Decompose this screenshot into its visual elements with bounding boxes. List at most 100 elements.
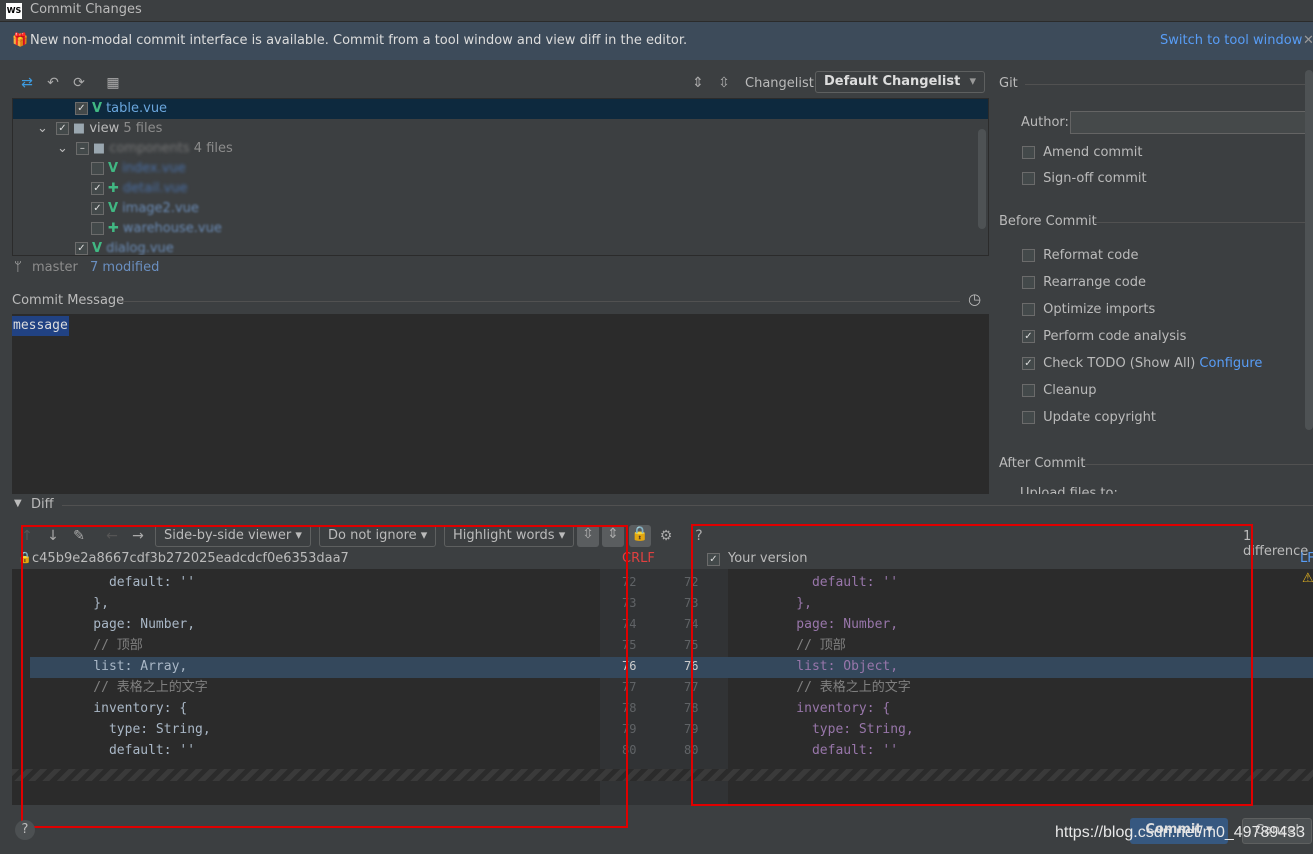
folder-name: components: [109, 141, 190, 156]
tree-scrollbar[interactable]: [978, 129, 986, 229]
vue-file-icon: V: [92, 241, 103, 256]
checkbox[interactable]: ✓: [75, 242, 88, 255]
option-label: Sign-off commit: [1043, 171, 1147, 186]
signoff-commit-checkbox[interactable]: Sign-off commit: [1022, 170, 1147, 188]
checkbox[interactable]: [1022, 146, 1035, 159]
banner-text: New non-modal commit interface is availa…: [30, 33, 688, 48]
before-commit-option[interactable]: Reformat code: [1022, 247, 1138, 265]
checkbox[interactable]: [1022, 172, 1035, 185]
tree-item[interactable]: ✚ warehouse.vue: [91, 219, 222, 239]
file-name: warehouse.vue: [122, 221, 222, 236]
tree-item[interactable]: ⌄ – ■ components 4 files: [57, 139, 233, 159]
divider: [1095, 222, 1313, 223]
commit-message-text: message: [12, 316, 69, 336]
expand-all-icon[interactable]: ⇕: [689, 74, 707, 92]
changelist-select[interactable]: Default Changelist ▾: [815, 71, 985, 93]
folder-icon: ■: [92, 141, 110, 156]
checkbox[interactable]: ✓: [1022, 357, 1035, 370]
vue-file-icon: V: [92, 101, 103, 116]
divider: [120, 301, 960, 302]
title-bar: WS Commit Changes: [0, 0, 1313, 22]
changelist-label: Changelist:: [745, 76, 819, 91]
options-scrollbar[interactable]: [1305, 70, 1313, 430]
configure-link[interactable]: Configure: [1199, 356, 1262, 371]
new-file-icon: ✚: [108, 181, 119, 196]
git-section-title: Git: [999, 76, 1018, 91]
help-button[interactable]: ?: [15, 820, 35, 840]
vue-file-icon: V: [108, 161, 119, 176]
modified-count[interactable]: 7 modified: [90, 260, 159, 275]
tree-item[interactable]: Vindex.vue: [91, 159, 186, 179]
checkbox[interactable]: [1022, 303, 1035, 316]
show-diff-icon[interactable]: ⇄: [18, 74, 36, 92]
divider: [1025, 84, 1313, 85]
option-label: Update copyright: [1043, 410, 1156, 425]
file-count: 5 files: [123, 121, 163, 136]
divider: [1085, 464, 1313, 465]
refresh-icon[interactable]: ⟳: [70, 74, 88, 92]
changelist-value: Default Changelist: [824, 74, 961, 89]
checkbox[interactable]: ✓: [75, 102, 88, 115]
checkbox[interactable]: [91, 222, 104, 235]
window-title: Commit Changes: [30, 2, 142, 17]
option-label: Optimize imports: [1043, 302, 1156, 317]
tree-item[interactable]: ✓ Vdialog.vue: [75, 239, 174, 256]
before-commit-option[interactable]: ✓ Perform code analysis: [1022, 328, 1186, 346]
folder-name: view: [89, 121, 120, 136]
close-banner-icon[interactable]: ✕: [1303, 22, 1313, 60]
before-commit-option[interactable]: Cleanup: [1022, 382, 1097, 400]
amend-commit-checkbox[interactable]: Amend commit: [1022, 144, 1142, 162]
info-banner: 🎁 New non-modal commit interface is avai…: [0, 22, 1313, 60]
checkbox[interactable]: ✓: [91, 202, 104, 215]
chevron-down-icon[interactable]: ⌄: [57, 141, 68, 156]
collapse-all-icon[interactable]: ⇳: [715, 74, 733, 92]
option-label: Reformat code: [1043, 248, 1139, 263]
checkbox[interactable]: [1022, 249, 1035, 262]
annotation-box-right: [691, 524, 1253, 806]
checkbox[interactable]: ✓: [55, 122, 69, 135]
after-commit-title: After Commit: [999, 456, 1086, 471]
checkbox[interactable]: ✓: [1022, 330, 1035, 343]
settings-gear-icon[interactable]: ⚙: [657, 527, 675, 545]
annotation-box-left: [21, 525, 628, 828]
right-line-ending: LF: [1300, 551, 1313, 566]
file-name: table.vue: [106, 101, 168, 116]
option-label: Amend commit: [1043, 145, 1143, 160]
commit-message-label: Commit Message: [12, 293, 125, 308]
checkbox[interactable]: –: [75, 142, 89, 155]
upload-files-label: Upload files to:: [1020, 486, 1118, 494]
checkbox[interactable]: ✓: [91, 182, 104, 195]
checkbox[interactable]: [91, 162, 104, 175]
commit-message-input[interactable]: message: [12, 314, 989, 494]
tree-item[interactable]: ✓ Vimage2.vue: [91, 199, 199, 219]
author-label: Author:: [1021, 115, 1069, 130]
tree-item[interactable]: ✓ ✚ detail.vue: [91, 179, 188, 199]
before-commit-option[interactable]: Rearrange code: [1022, 274, 1146, 292]
option-label: Rearrange code: [1043, 275, 1146, 290]
before-commit-option[interactable]: Update copyright: [1022, 409, 1156, 427]
warning-icon: ⚠: [1302, 571, 1313, 586]
history-clock-icon[interactable]: ◷: [968, 290, 981, 308]
collapse-diff-icon[interactable]: ▼: [14, 498, 22, 509]
rollback-icon[interactable]: ↶: [44, 74, 62, 92]
checkbox[interactable]: [1022, 276, 1035, 289]
author-input[interactable]: [1070, 111, 1313, 134]
checkbox[interactable]: [1022, 384, 1035, 397]
switch-to-tool-window-link[interactable]: Switch to tool window: [1160, 22, 1302, 60]
checkbox[interactable]: [1022, 411, 1035, 424]
new-file-icon: ✚: [108, 221, 119, 236]
lock-icon[interactable]: 🔒: [629, 525, 651, 547]
tree-item[interactable]: ⌄ ✓ ■ view 5 files: [37, 119, 162, 139]
before-commit-option[interactable]: Optimize imports: [1022, 301, 1155, 319]
file-name: index.vue: [122, 161, 186, 176]
before-commit-option[interactable]: ✓ Check TODO (Show All) Configure: [1022, 355, 1262, 373]
diff-title: Diff: [31, 497, 54, 512]
file-name: dialog.vue: [106, 241, 174, 256]
tree-item[interactable]: ✓ Vtable.vue: [13, 99, 988, 119]
branch-name: master: [32, 260, 78, 275]
group-by-icon[interactable]: ▦: [104, 74, 122, 92]
option-label: Cleanup: [1043, 383, 1097, 398]
chevron-down-icon[interactable]: ⌄: [37, 121, 48, 136]
before-commit-title: Before Commit: [999, 214, 1097, 229]
option-label: Check TODO (Show All): [1043, 356, 1196, 371]
